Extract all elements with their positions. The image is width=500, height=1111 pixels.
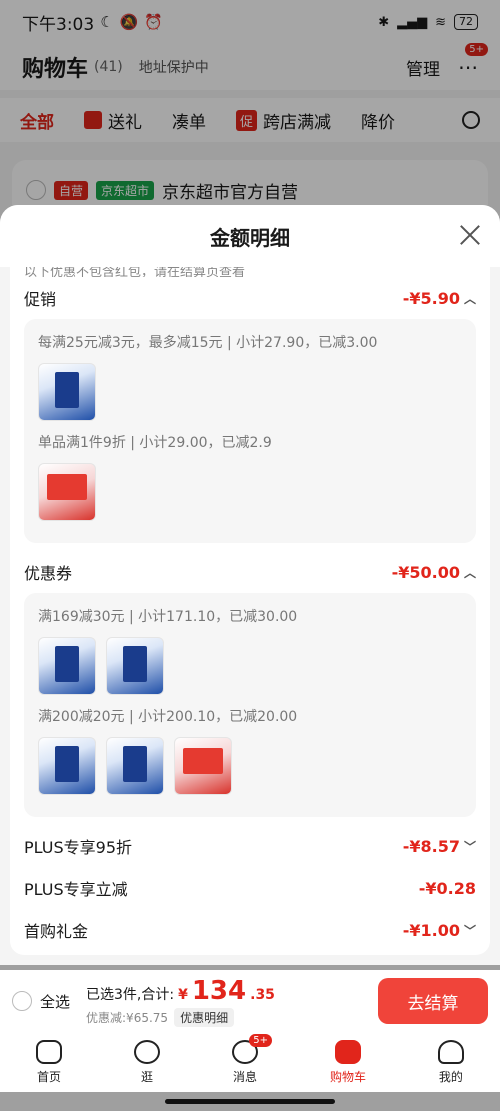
sheet-header: 金额明细 xyxy=(0,205,500,267)
product-thumb[interactable] xyxy=(38,363,96,421)
total-decimal: .35 xyxy=(250,986,275,1003)
promo-row[interactable]: 促销 -¥5.90 ︿ xyxy=(24,277,476,319)
promo-label: 促销 xyxy=(24,290,57,309)
product-thumb[interactable] xyxy=(38,737,96,795)
redpacket-note: 以下优惠不包含红包，请在结算页查看 xyxy=(24,267,246,277)
browse-icon xyxy=(133,1039,160,1064)
promo-rule-1-thumbs xyxy=(38,363,462,421)
amount-detail-sheet: 金额明细 以下优惠不包含红包，请在结算页查看 促销 -¥5.90 ︿ 每满25元减… xyxy=(0,205,500,965)
promo-detail-box: 每满25元减3元，最多减15元 | 小计27.90，已减3.00 单品满1件9折… xyxy=(24,319,476,543)
coupon-rule-1-thumbs xyxy=(38,637,462,695)
plus-discount-row[interactable]: PLUS专享95折 -¥8.57 ﹀ xyxy=(24,825,476,867)
product-thumb[interactable] xyxy=(38,463,96,521)
nav-browse-label: 逛 xyxy=(140,1069,153,1084)
promo-rule-2: 单品满1件9折 | 小计29.00，已减2.9 xyxy=(38,435,272,451)
total-amount: 134 xyxy=(191,975,247,1006)
sheet-title: 金额明细 xyxy=(210,225,290,250)
close-icon[interactable] xyxy=(458,223,482,247)
sheet-body: 以下优惠不包含红包，请在结算页查看 促销 -¥5.90 ︿ 每满25元减3元，最多… xyxy=(10,267,490,955)
plus-instant-row: PLUS专享立减 -¥0.28 xyxy=(24,867,476,909)
nav-profile-label: 我的 xyxy=(438,1069,463,1084)
plus-discount-label: PLUS专享95折 xyxy=(24,838,132,857)
first-gift-amount: -¥1.00 ﹀ xyxy=(403,921,476,940)
coupon-rule-2: 满200减20元 | 小计200.10，已减20.00 xyxy=(38,709,298,725)
selected-summary: 已选3件,合计: xyxy=(86,986,175,1003)
nav-messages[interactable]: 5+ 消息 xyxy=(231,1033,272,1085)
nav-cart[interactable]: 购物车 xyxy=(329,1039,366,1085)
coupon-amount: -¥50.00 ︿ xyxy=(392,563,476,582)
promo-rule-2-thumbs xyxy=(38,463,462,521)
cart-icon xyxy=(334,1039,361,1064)
product-thumb[interactable] xyxy=(38,637,96,695)
first-gift-label: 首购礼金 xyxy=(24,922,89,941)
promo-amount-value: -¥5.90 xyxy=(402,288,460,308)
chevron-up-icon: ︿ xyxy=(463,291,476,306)
coupon-detail-box: 满169减30元 | 小计171.10，已减30.00 满200减20元 | 小… xyxy=(24,593,476,817)
product-thumb[interactable] xyxy=(174,737,232,795)
coupon-row[interactable]: 优惠券 -¥50.00 ︿ xyxy=(24,551,476,593)
message-badge: 5+ xyxy=(249,1033,272,1047)
plus-discount-amount: -¥8.57 ﹀ xyxy=(403,837,476,856)
coupon-amount-value: -¥50.00 xyxy=(391,562,460,582)
nav-cart-label: 购物车 xyxy=(329,1069,366,1084)
select-all-radio[interactable] xyxy=(12,991,32,1011)
discount-detail-button[interactable]: 优惠明细 xyxy=(174,1007,235,1027)
total-line: 已选3件,合计: ¥ 134 .35 xyxy=(86,976,275,1006)
checkout-button[interactable]: 去结算 xyxy=(378,978,488,1024)
plus-instant-label: PLUS专享立减 xyxy=(24,880,128,899)
total-currency: ¥ xyxy=(178,986,188,1003)
coupon-rule-1: 满169减30元 | 小计171.10，已减30.00 xyxy=(38,609,298,625)
home-indicator xyxy=(165,1099,335,1104)
bottom-nav: 首页 逛 5+ 消息 购物车 我的 xyxy=(0,1032,500,1092)
promo-rule-1: 每满25元减3元，最多减15元 | 小计27.90，已减3.00 xyxy=(38,335,378,351)
plus-discount-value: -¥8.57 xyxy=(402,836,460,856)
select-all-label: 全选 xyxy=(40,992,71,1011)
coupon-rule-2-thumbs xyxy=(38,737,462,795)
select-all[interactable]: 全选 xyxy=(12,991,70,1012)
chevron-down-icon: ﹀ xyxy=(463,839,476,854)
total-block: 已选3件,合计: ¥ 134 .35 优惠减:¥65.75 优惠明细 xyxy=(86,976,275,1027)
coupon-label: 优惠券 xyxy=(24,564,73,583)
chevron-down-icon: ﹀ xyxy=(463,923,476,938)
chevron-up-icon: ︿ xyxy=(463,565,476,580)
plus-instant-amount: -¥0.28 xyxy=(418,878,476,898)
nav-home-label: 首页 xyxy=(36,1069,61,1084)
first-gift-value: -¥1.00 xyxy=(402,920,460,940)
discount-line: 优惠减:¥65.75 优惠明细 xyxy=(86,1007,275,1027)
product-thumb[interactable] xyxy=(106,737,164,795)
nav-home[interactable]: 首页 xyxy=(35,1039,62,1085)
profile-icon xyxy=(437,1039,464,1064)
checkout-bar: 全选 已选3件,合计: ¥ 134 .35 优惠减:¥65.75 优惠明细 去结… xyxy=(0,970,500,1032)
nav-profile[interactable]: 我的 xyxy=(437,1039,464,1085)
home-icon xyxy=(35,1039,62,1064)
discount-total: 优惠减:¥65.75 xyxy=(86,1010,169,1025)
first-gift-row[interactable]: 首购礼金 -¥1.00 ﹀ xyxy=(24,909,476,951)
nav-browse[interactable]: 逛 xyxy=(133,1039,160,1085)
product-thumb[interactable] xyxy=(106,637,164,695)
promo-amount: -¥5.90 ︿ xyxy=(403,289,476,308)
nav-messages-label: 消息 xyxy=(232,1069,257,1084)
